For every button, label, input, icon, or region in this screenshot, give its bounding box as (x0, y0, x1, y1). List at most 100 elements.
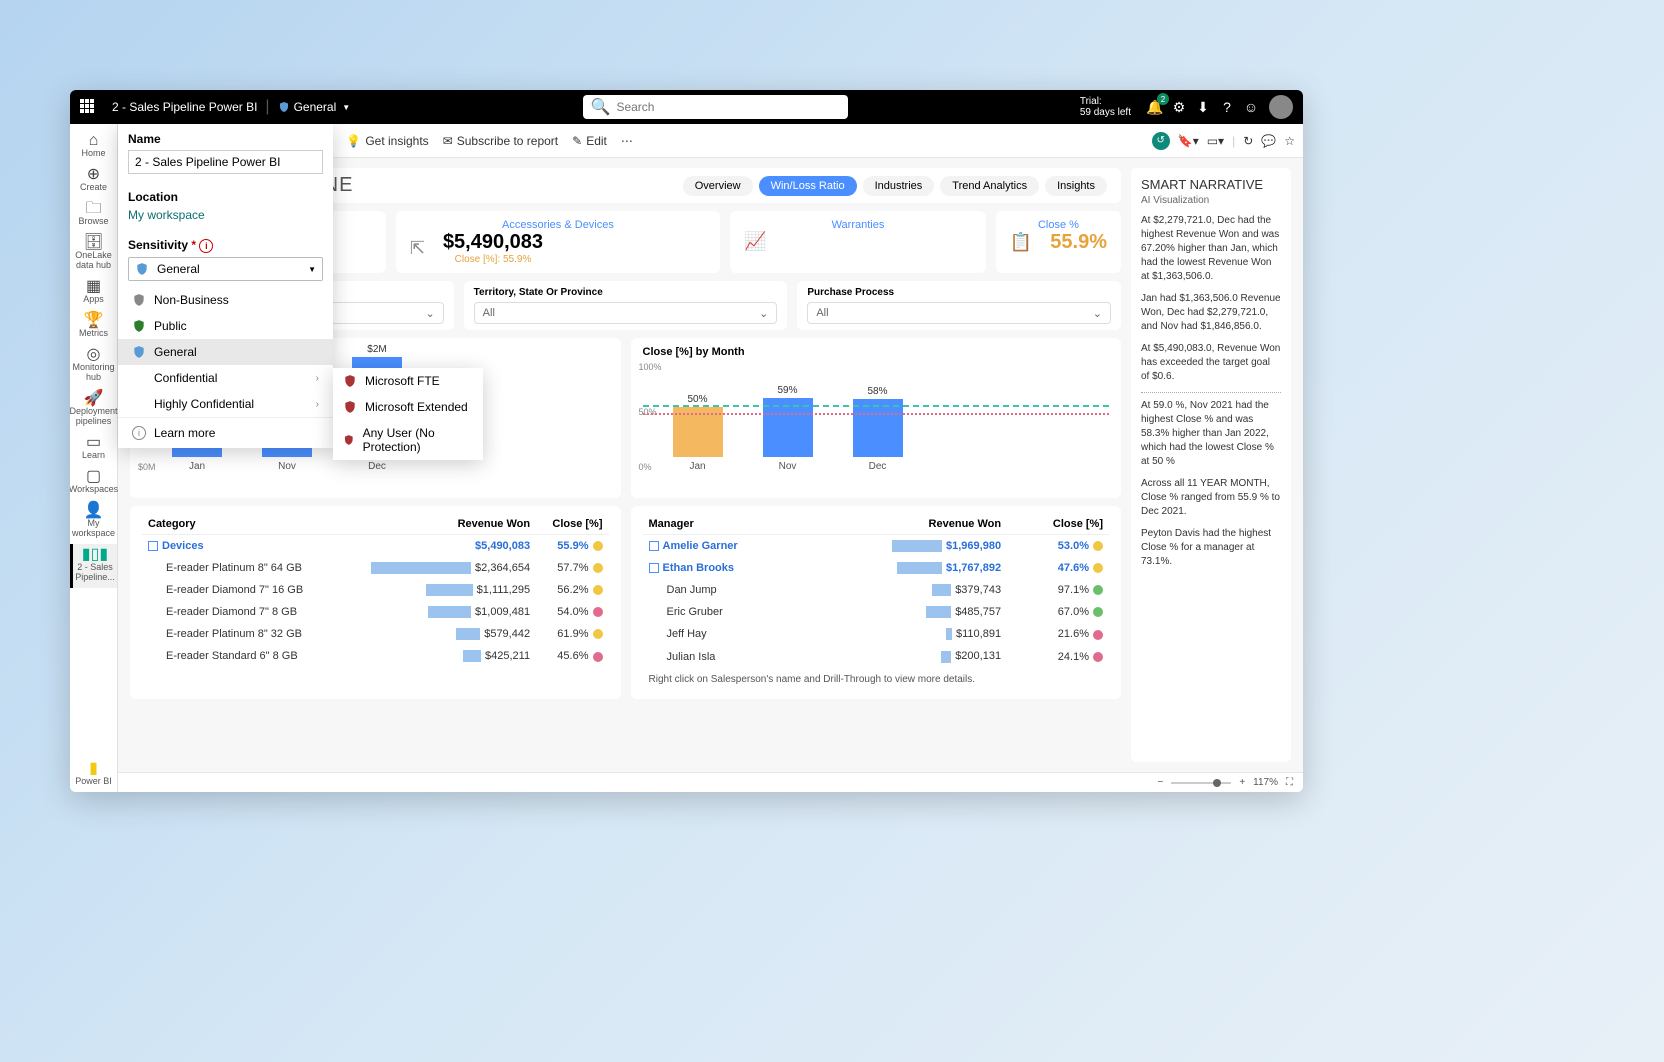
sensitivity-select[interactable]: General ▼ (128, 257, 323, 281)
sub-option-fte[interactable]: Microsoft FTE (333, 368, 483, 394)
chevron-down-icon: ▼ (342, 103, 350, 112)
folder-icon: 🗀 (85, 204, 101, 214)
chart-close-month[interactable]: Close [%] by Month 0% 50% 100% 50%Jan59%… (631, 338, 1122, 498)
trophy-icon: 🏆 (84, 316, 104, 326)
powerbi-icon: ▮ (89, 764, 98, 774)
sub-option-extended[interactable]: Microsoft Extended (333, 394, 483, 420)
tab-insights[interactable]: Insights (1045, 176, 1107, 196)
help-icon[interactable]: ? (1215, 95, 1239, 119)
view-icon[interactable]: ▭▾ (1207, 134, 1224, 148)
pencil-icon: ✎ (572, 134, 582, 148)
favorite-icon[interactable]: ☆ (1284, 134, 1295, 148)
avatar[interactable] (1269, 95, 1293, 119)
chevron-down-icon: ▼ (308, 265, 316, 274)
sens-option-confidential[interactable]: Confidential› (118, 365, 333, 391)
search-input[interactable] (616, 100, 839, 114)
tab-trends[interactable]: Trend Analytics (940, 176, 1039, 196)
sensitivity-label: Sensitivity * i (118, 230, 333, 257)
nav-pipelines[interactable]: 🚀Deployment pipelines (70, 388, 117, 432)
trial-status: Trial: 59 days left (1080, 96, 1131, 118)
slicer-territory[interactable]: Territory, State Or ProvinceAll⌄ (464, 281, 788, 330)
chevron-right-icon: › (316, 373, 319, 384)
bulb-icon: 💡 (346, 134, 361, 148)
name-label: Name (118, 124, 333, 150)
tab-winloss[interactable]: Win/Loss Ratio (759, 176, 857, 196)
nav-metrics[interactable]: 🏆Metrics (70, 310, 117, 344)
table-category[interactable]: CategoryRevenue WonClose [%] Devices$5,4… (130, 506, 621, 699)
sensitivity-panel: Name Location My workspace Sensitivity *… (118, 124, 333, 448)
comment-icon[interactable]: 💬 (1261, 134, 1276, 148)
learn-more-link[interactable]: iLearn more (118, 417, 333, 448)
slicer-process[interactable]: Purchase ProcessAll⌄ (797, 281, 1121, 330)
zoom-out-button[interactable]: − (1157, 777, 1163, 788)
settings-icon[interactable]: ⚙ (1167, 95, 1191, 119)
table-manager[interactable]: ManagerRevenue WonClose [%] Amelie Garne… (631, 506, 1122, 699)
apps-icon: ▦ (86, 282, 101, 292)
nav-onelake[interactable]: 🗄OneLake data hub (70, 232, 117, 276)
sens-option-non-business[interactable]: Non-Business (118, 287, 333, 313)
report-tabs: Overview Win/Loss Ratio Industries Trend… (683, 176, 1107, 196)
zoom-slider[interactable] (1171, 782, 1231, 784)
smart-narrative: SMART NARRATIVE AI Visualization At $2,2… (1131, 168, 1291, 762)
download-icon[interactable]: ⬇ (1191, 95, 1215, 119)
tab-overview[interactable]: Overview (683, 176, 753, 196)
trend-icon: 📈 (744, 231, 766, 252)
sub-option-any-user[interactable]: Any User (No Protection) (333, 420, 483, 460)
sens-option-general[interactable]: General (118, 339, 333, 365)
feedback-icon[interactable]: ☺ (1239, 95, 1263, 119)
tab-industries[interactable]: Industries (863, 176, 935, 196)
share-out-icon: ⇱ (410, 238, 425, 259)
fit-page-icon[interactable]: ⛶ (1286, 777, 1293, 788)
kpi-close-pct: Close % 📋55.9% (996, 211, 1121, 273)
chevron-down-icon: ⌄ (425, 307, 434, 320)
kpi-warranties: Warranties 📈 (730, 211, 986, 273)
zoom-level: 117% (1253, 777, 1278, 788)
edit-button[interactable]: ✎Edit (572, 134, 607, 148)
nav-monitoring[interactable]: ◎Monitoring hub (70, 344, 117, 388)
home-icon: ⌂ (89, 136, 99, 146)
sensitivity-badge[interactable]: General ▼ (278, 100, 351, 114)
left-nav: ⌂Home ⊕Create 🗀Browse 🗄OneLake data hub … (70, 124, 118, 792)
workspaces-icon: ▢ (86, 472, 101, 482)
chevron-down-icon: ⌄ (1093, 307, 1102, 320)
nav-apps[interactable]: ▦Apps (70, 276, 117, 310)
nav-learn[interactable]: ▭Learn (70, 432, 117, 466)
subscribe-button[interactable]: ✉Subscribe to report (443, 134, 558, 148)
sens-option-public[interactable]: Public (118, 313, 333, 339)
app-launcher-icon[interactable] (80, 99, 96, 115)
plus-icon: ⊕ (87, 170, 100, 180)
zoom-in-button[interactable]: + (1239, 777, 1245, 788)
report-name: 2 - Sales Pipeline Power BI (112, 100, 257, 114)
nav-browse[interactable]: 🗀Browse (70, 198, 117, 232)
bookmark-icon[interactable]: 🔖▾ (1178, 134, 1199, 148)
reset-icon[interactable]: ↺ (1152, 132, 1170, 150)
nav-report-item[interactable]: ▮▯▮2 - Sales Pipeline... (70, 544, 117, 588)
refresh-icon[interactable]: ↻ (1243, 134, 1253, 148)
nav-my-workspace[interactable]: 👤My workspace (70, 500, 117, 544)
location-link[interactable]: My workspace (118, 208, 333, 230)
nav-home[interactable]: ⌂Home (70, 130, 117, 164)
chevron-down-icon: ⌄ (759, 307, 768, 320)
nav-workspaces[interactable]: ▢Workspaces (70, 466, 117, 500)
sens-option-highly-confidential[interactable]: Highly Confidential› (118, 391, 333, 417)
more-button[interactable]: ⋯ (621, 134, 633, 148)
get-insights-button[interactable]: 💡Get insights (346, 134, 428, 148)
notifications-icon[interactable]: 🔔2 (1143, 95, 1167, 119)
clipboard-icon: 📋 (1010, 232, 1032, 253)
drill-note: Right click on Salesperson's name and Dr… (643, 668, 1110, 691)
info-icon: i (199, 239, 213, 253)
nav-create[interactable]: ⊕Create (70, 164, 117, 198)
nav-powerbi[interactable]: ▮Power BI (70, 758, 117, 792)
kpi-accessories: Accessories & Devices ⇱$5,490,083Close [… (396, 211, 720, 273)
status-bar: − + 117% ⛶ (118, 772, 1303, 792)
report-icon: ▮▯▮ (82, 550, 108, 560)
chevron-right-icon: › (316, 399, 319, 410)
name-input[interactable] (128, 150, 323, 174)
info-icon: i (132, 426, 146, 440)
monitor-icon: ◎ (87, 350, 101, 360)
top-bar: 2 - Sales Pipeline Power BI | General ▼ … (70, 90, 1303, 124)
search-box[interactable]: 🔍 (583, 95, 848, 119)
location-label: Location (118, 182, 333, 208)
sensitivity-sub-panel: Microsoft FTE Microsoft Extended Any Use… (333, 368, 483, 460)
search-icon: 🔍 (591, 97, 611, 117)
